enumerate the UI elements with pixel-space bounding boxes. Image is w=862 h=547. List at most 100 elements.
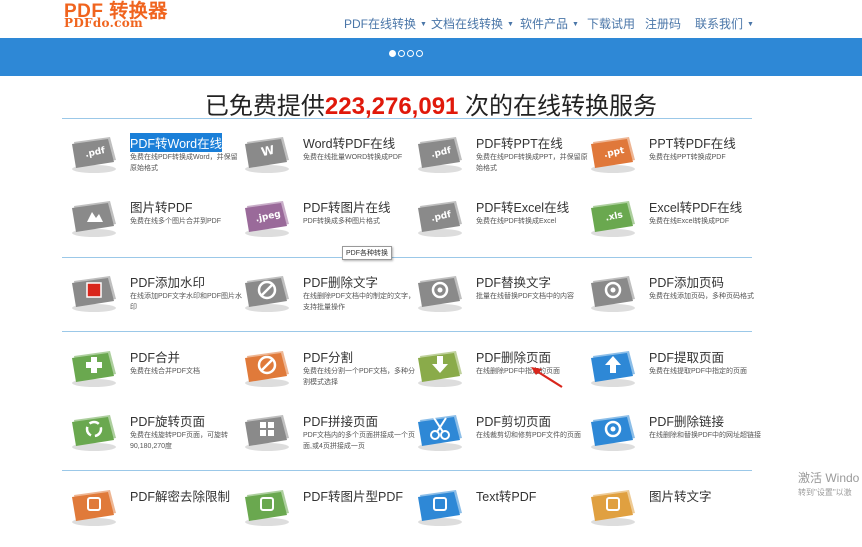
- tool-card[interactable]: .xls Excel转PDF在线 免费在线Excel转换成PDF: [589, 198, 759, 258]
- merge-plus-icon: [72, 351, 116, 387]
- tool-card[interactable]: Text转PDF: [416, 487, 586, 547]
- pdf-document-icon: .pdf: [418, 201, 462, 237]
- tool-description: 免费在线添加页码，多种页码格式: [649, 293, 754, 300]
- windows-activation-watermark: 激活 Windo 转到"设置"以激: [798, 469, 859, 498]
- upload-arrow-icon: [591, 351, 635, 387]
- tool-card[interactable]: PDF拼接页面 PDF文档内的多个页面拼接成一个页面,或4页拼接成一页: [243, 411, 415, 472]
- tool-description: 免费在线PPT转换成PDF: [649, 154, 726, 161]
- headline-prefix: 已免费提供: [204, 93, 325, 120]
- watermark-line1: 激活 Windo: [798, 471, 860, 485]
- tool-description: 免费在线分割一个PDF文档，多种分割模式选择: [303, 368, 415, 386]
- tool-title[interactable]: PDF转Word在线: [130, 133, 223, 152]
- service-count-headline: 已免费提供223,276,091 次的在线转换服务: [0, 86, 862, 121]
- tool-title[interactable]: PDF合并: [130, 347, 180, 366]
- nav-item-label: 注册码: [645, 17, 682, 31]
- pdf-document-icon: .pdf: [72, 137, 116, 173]
- nav-item-label: 文档在线转换: [431, 17, 504, 31]
- word-document-icon: W: [245, 137, 289, 173]
- tool-card[interactable]: PDF提取页面免费在线提取PDF中指定的页面: [589, 348, 759, 408]
- tool-title[interactable]: PDF解密去除限制: [130, 486, 230, 505]
- watermark-line2: 转到"设置"以激: [798, 488, 852, 497]
- carousel-dot[interactable]: [398, 50, 405, 57]
- tool-title[interactable]: PDF转PPT在线: [476, 133, 563, 152]
- caret-down-icon: ▼: [572, 21, 579, 28]
- delete-text-icon: [245, 276, 289, 312]
- tool-title[interactable]: 图片转文字: [649, 486, 712, 505]
- tool-card[interactable]: W Word转PDF在线 免费在线批量WORD转换成PDF: [243, 134, 413, 194]
- caret-down-icon: ▼: [507, 21, 514, 28]
- tool-card[interactable]: 图片转PDF 免费在线多个图片合并到PDF: [70, 198, 240, 258]
- tool-card[interactable]: .pdf PDF转Word在线 免费在线PDF转换成Word，并保留原始格式: [70, 133, 240, 194]
- tool-title[interactable]: Word转PDF在线: [303, 133, 395, 152]
- tool-title[interactable]: PDF剪切页面: [476, 411, 551, 430]
- tool-title[interactable]: Text转PDF: [476, 486, 536, 505]
- image-document-icon: [72, 201, 116, 237]
- nav-item-4[interactable]: 注册码: [645, 15, 681, 32]
- tool-card[interactable]: PDF剪切页面 在线裁剪切和修剪PDF文件的页面: [416, 412, 586, 472]
- carousel-dot[interactable]: [389, 50, 396, 57]
- tool-card[interactable]: PDF添加水印 在线添加PDF文字水印和PDF图片水印: [70, 272, 242, 333]
- split-minus-icon: [245, 351, 289, 387]
- tool-title[interactable]: PDF添加页码: [649, 272, 724, 291]
- tool-description: 免费在线提取PDF中指定的页面: [649, 368, 747, 375]
- tool-title[interactable]: PDF删除链接: [649, 411, 724, 430]
- download-arrow-icon: [418, 351, 462, 387]
- tool-description: 免费在线PDF转换成Word，并保留原始格式: [130, 154, 238, 172]
- tool-description: 免费在线合并PDF文档: [130, 368, 200, 375]
- carousel-banner: [0, 38, 862, 76]
- grid-join-icon: [245, 415, 289, 451]
- nav-item-label: PDF在线转换: [344, 17, 417, 31]
- tool-description: 免费在线Excel转换成PDF: [649, 218, 730, 225]
- nav-item-0[interactable]: PDF在线转换 ▼: [344, 15, 427, 32]
- tool-card[interactable]: PDF转图片型PDF: [243, 487, 413, 547]
- tool-title[interactable]: Excel转PDF在线: [649, 197, 742, 216]
- carousel-dot[interactable]: [407, 50, 414, 57]
- tool-card[interactable]: PDF删除链接 在线删除和替换PDF中的网址超链接: [589, 411, 761, 472]
- tool-title[interactable]: PDF转Excel在线: [476, 197, 569, 216]
- tool-title[interactable]: PDF分割: [303, 347, 353, 366]
- nav-item-3[interactable]: 下载试用: [587, 15, 635, 32]
- tooltip: PDF各种转换: [342, 246, 392, 260]
- tool-card[interactable]: 图片转文字: [589, 487, 759, 547]
- tool-title[interactable]: PDF添加水印: [130, 272, 205, 291]
- nav-item-1[interactable]: 文档在线转换 ▼: [431, 15, 514, 32]
- tool-title[interactable]: PDF旋转页面: [130, 411, 205, 430]
- tool-title[interactable]: PDF转图片型PDF: [303, 486, 403, 505]
- tool-card[interactable]: PDF旋转页面 免费在线旋转PDF页面，可旋转90,180,270度: [70, 412, 240, 472]
- logo-domain: PDFdo.com: [64, 16, 144, 30]
- tool-card[interactable]: PDF分割免费在线分割一个PDF文档，多种分割模式选择: [243, 347, 415, 408]
- tool-card[interactable]: .pdf PDF转Excel在线免费在线PDF转换成Excel: [416, 198, 586, 258]
- caret-down-icon: ▼: [420, 21, 427, 28]
- nav-item-2[interactable]: 软件产品 ▼: [520, 15, 579, 32]
- tool-description: 批量在线替换PDF文档中的内容: [476, 293, 574, 300]
- tool-title[interactable]: PDF提取页面: [649, 347, 724, 366]
- tool-card[interactable]: .pdf PDF转PPT在线 免费在线PDF转换成PPT，并保留原始格式: [416, 133, 588, 194]
- text-document-icon: [418, 490, 462, 526]
- tool-card[interactable]: PDF删除文字 在线删除PDF文档中的制定的文字，支持批量操作: [243, 272, 415, 333]
- nav-item-5[interactable]: 联系我们 ▼: [695, 15, 754, 32]
- ocr-icon: [591, 490, 635, 526]
- section-divider: [62, 118, 752, 119]
- tool-title[interactable]: PPT转PDF在线: [649, 133, 736, 152]
- pdf-document-icon: .pdf: [418, 137, 462, 173]
- headline-suffix: 次的在线转换服务: [458, 93, 658, 120]
- tool-card[interactable]: PDF替换文字批量在线替换PDF文档中的内容: [416, 273, 586, 333]
- watermark-icon: [72, 276, 116, 312]
- tool-card[interactable]: PDF合并免费在线合并PDF文档: [70, 348, 240, 408]
- tool-title[interactable]: PDF删除文字: [303, 272, 378, 291]
- tool-description: PDF转换成多种图片格式: [303, 218, 380, 225]
- tool-description: PDF文档内的多个页面拼接成一个页面,或4页拼接成一页: [303, 432, 415, 450]
- tool-card[interactable]: PDF解密去除限制: [70, 487, 240, 547]
- tool-title[interactable]: PDF替换文字: [476, 272, 551, 291]
- tool-card[interactable]: PDF添加页码免费在线添加页码，多种页码格式: [589, 273, 759, 333]
- tool-title[interactable]: 图片转PDF: [130, 197, 193, 216]
- nav-item-label: 联系我们: [695, 17, 744, 31]
- tool-card[interactable]: .ppt PPT转PDF在线 免费在线PPT转换成PDF: [589, 134, 759, 194]
- site-header: PDF 转换器 PDFdo.com PDF在线转换 ▼ 文档在线转换 ▼ 软件产品 ▼ 下载…: [0, 0, 862, 38]
- rotate-recycle-icon: [72, 415, 116, 451]
- carousel-dot[interactable]: [416, 50, 423, 57]
- tool-title[interactable]: PDF转图片在线: [303, 197, 391, 216]
- tool-title[interactable]: PDF拼接页面: [303, 411, 378, 430]
- replace-text-icon: [418, 276, 462, 312]
- tool-description: 免费在线PDF转换成Excel: [476, 218, 557, 225]
